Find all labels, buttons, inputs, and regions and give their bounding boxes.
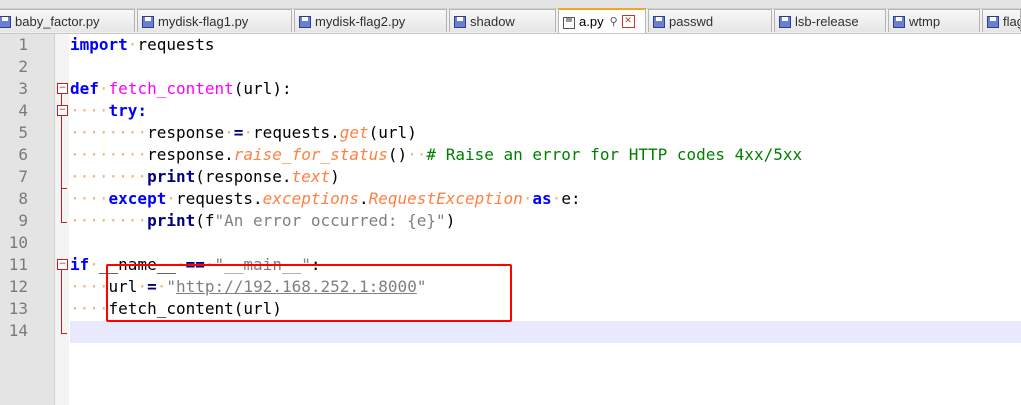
code-line: 2 [0,56,1021,78]
keyword-def: def [70,79,99,98]
code-line: 5 ········response·=·requests.get(url) [0,122,1021,144]
line-number: 1 [18,35,28,54]
highlight-annotation-box [106,264,512,322]
keyword-if: if [70,255,90,274]
tab-flag[interactable]: flag [982,9,1021,32]
line-number: 6 [18,145,28,164]
tab-label: wtmp [909,13,941,29]
function-name: fetch_content [108,79,234,98]
floppy-disk-icon [563,15,575,29]
keyword-except: except [108,189,167,208]
tab-label: mydisk-flag1.py [158,13,249,29]
code-editor[interactable]: − − − 1 import·requests 2 3 def·fetch_co… [0,34,1021,405]
floppy-disk-icon [893,14,905,28]
identifier: e: [561,189,581,208]
identifier: response [147,123,225,142]
code-line: 6 ········response.raise_for_status()··#… [0,144,1021,166]
tab-passwd[interactable]: passwd [648,9,772,32]
builtin-print: print [147,211,196,230]
args: (f [195,211,215,230]
tab-wtmp[interactable]: wtmp [888,9,980,32]
code-line: 14 [0,320,1021,342]
tab-label: baby_factor.py [15,13,100,29]
identifier: response. [147,145,234,164]
args: () [387,145,408,164]
tab-label: passwd [669,13,714,29]
dot: . [359,189,369,208]
string-literal: "An error occurred: {e}" [214,211,446,230]
close-icon[interactable]: ✕ [621,15,635,28]
identifier: requests. [175,189,263,208]
line-number: 5 [18,123,28,142]
method-name: raise_for_status [233,145,388,164]
keyword-import: import [70,35,128,54]
tab-mydisk-flag2[interactable]: mydisk-flag2.py [294,9,447,32]
line-number: 12 [8,277,28,296]
attribute-name: exceptions [262,189,359,208]
paren: ) [330,167,340,186]
code-line: 9 ········print(f"An error occurred: {e}… [0,210,1021,232]
floppy-disk-icon [987,14,999,28]
line-number: 4 [18,101,28,120]
module-name: requests [137,35,215,54]
code-line: 7 ········print(response.text) [0,166,1021,188]
code-line: 4 ····try: [0,100,1021,122]
operator: = [233,123,244,142]
floppy-disk-icon [299,14,311,28]
params: (url): [233,79,292,98]
tab-label: lsb-release [795,13,859,29]
floppy-disk-icon [142,14,154,28]
line-number: 2 [18,57,28,76]
line-number: 9 [18,211,28,230]
code-line: 1 import·requests [0,34,1021,56]
tab-mydisk-flag1[interactable]: mydisk-flag1.py [137,9,292,32]
line-number: 3 [18,79,28,98]
line-number: 14 [8,321,28,340]
line-number: 8 [18,189,28,208]
keyword-try: try: [108,101,148,120]
pin-icon[interactable]: ⚲ [610,15,618,28]
tab-label: flag [1003,13,1020,29]
builtin-print: print [147,167,196,186]
tab-label: shadow [470,13,515,29]
args: (url) [368,123,417,142]
class-name: RequestException [368,189,523,208]
floppy-disk-icon [0,14,11,28]
line-number: 13 [8,299,28,318]
floppy-disk-icon [653,14,665,28]
tab-bar: baby_factor.py mydisk-flag1.py mydisk-fl… [0,0,1021,34]
line-number: 11 [8,255,28,274]
code-line: 3 def·fetch_content(url): [0,78,1021,100]
tab-label: mydisk-flag2.py [315,13,406,29]
floppy-disk-icon [779,14,791,28]
tab-shadow[interactable]: shadow [449,9,556,32]
floppy-disk-icon [454,14,466,28]
line-number: 7 [18,167,28,186]
tab-lsb-release[interactable]: lsb-release [774,9,886,32]
code-line: 8 ····except·requests.exceptions.Request… [0,188,1021,210]
code-line: 10 [0,232,1021,254]
attribute-name: text [291,167,331,186]
line-number: 10 [8,233,28,252]
tab-label: a.py [579,14,604,29]
paren: ) [445,211,456,230]
method-name: get [339,123,369,142]
tab-baby-factor[interactable]: baby_factor.py [0,9,135,32]
keyword-as: as [532,189,552,208]
identifier: requests. [253,123,340,142]
args: (response. [195,167,292,186]
comment: # Raise an error for HTTP codes 4xx/5xx [426,145,803,164]
toolbar-strip [0,0,1021,9]
tab-a-py[interactable]: a.py ⚲ ✕ [558,8,646,33]
